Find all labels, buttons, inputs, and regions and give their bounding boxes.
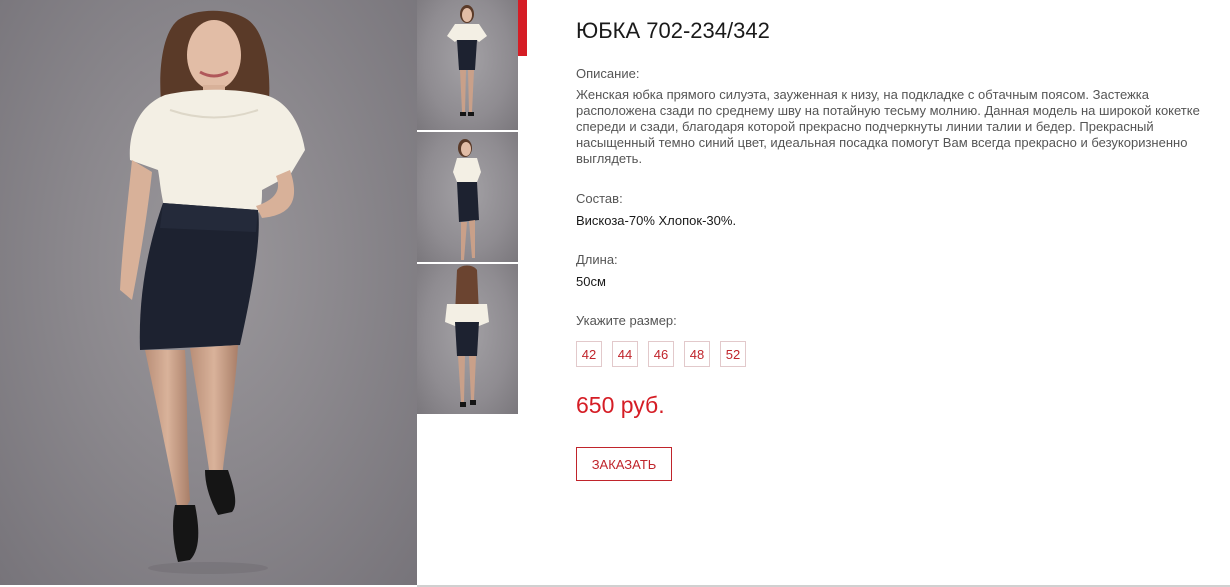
size-label: Укажите размер: xyxy=(576,313,677,328)
product-title: ЮБКА 702-234/342 xyxy=(576,18,770,43)
order-button[interactable]: ЗАКАЗАТЬ xyxy=(576,447,672,481)
thumbnail-front-image xyxy=(447,5,487,116)
active-thumbnail-marker xyxy=(518,0,527,56)
size-selector: 42 44 46 48 52 xyxy=(576,341,746,367)
size-option-48[interactable]: 48 xyxy=(684,341,710,367)
thumbnail-back-view[interactable] xyxy=(417,264,518,414)
model-figure-image xyxy=(120,10,305,574)
thumbnail-side-image xyxy=(453,139,481,260)
thumbnail-back-image xyxy=(445,265,489,407)
size-option-46[interactable]: 46 xyxy=(648,341,674,367)
product-description: Женская юбка прямого силуэта, зауженная … xyxy=(576,87,1200,166)
product-price: 650 руб. xyxy=(576,392,665,418)
size-option-52[interactable]: 52 xyxy=(720,341,746,367)
size-option-42[interactable]: 42 xyxy=(576,341,602,367)
thumbnail-gallery xyxy=(417,0,518,416)
thumbnail-front-view[interactable] xyxy=(417,0,518,130)
length-value: 50см xyxy=(576,274,606,289)
size-option-44[interactable]: 44 xyxy=(612,341,638,367)
composition-label: Состав: xyxy=(576,191,623,206)
length-label: Длина: xyxy=(576,252,618,267)
main-product-photo xyxy=(0,0,417,585)
composition-value: Вискоза-70% Хлопок-30%. xyxy=(576,213,737,228)
description-label: Описание: xyxy=(576,66,640,81)
thumbnail-side-view[interactable] xyxy=(417,132,518,262)
